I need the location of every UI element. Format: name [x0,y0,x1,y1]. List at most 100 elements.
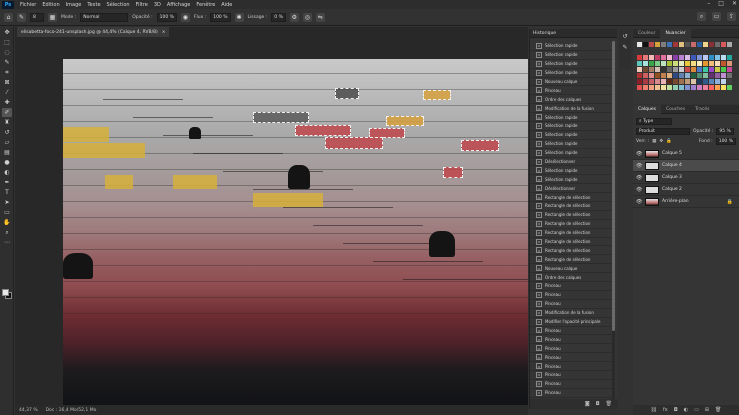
pressure-opacity-icon[interactable]: ◉ [180,12,190,22]
gradient-tool-icon[interactable]: ▤ [2,148,12,157]
new-layer-icon[interactable]: ⊞ [705,407,709,413]
color-swatch[interactable] [637,85,642,90]
share-icon[interactable]: ⇪ [727,12,736,21]
workspace-icon[interactable]: ▭ [712,12,721,21]
color-swatch[interactable] [709,55,714,60]
pen-tool-icon[interactable]: ✒ [2,178,12,187]
color-swatch[interactable] [679,73,684,78]
color-swatch[interactable] [703,79,708,84]
color-swatch[interactable] [649,55,654,60]
color-swatch[interactable] [673,55,678,60]
color-swatch[interactable] [715,79,720,84]
tab-calques[interactable]: Calques [633,104,661,114]
color-swatch[interactable] [637,79,642,84]
eye-icon[interactable]: 👁 [636,175,642,181]
color-swatch[interactable] [727,55,732,60]
recent-swatch[interactable] [703,42,708,47]
history-item[interactable]: ▫ Ordre des calques [530,95,612,105]
color-swatch[interactable] [679,55,684,60]
recent-swatch[interactable] [637,42,642,47]
color-swatch[interactable] [661,67,666,72]
history-item[interactable]: ▫ Modification de la fusion [530,309,612,318]
brush-panel-icon[interactable]: ✎ [621,43,629,51]
recent-swatch[interactable] [649,42,654,47]
color-swatch[interactable] [655,55,660,60]
eye-icon[interactable]: 👁 [636,163,642,169]
color-swatch[interactable] [667,79,672,84]
color-swatch[interactable] [715,85,720,90]
canvas-area[interactable] [15,37,528,405]
history-item[interactable]: ▫ Pinceau [530,300,612,309]
eye-icon[interactable]: 👁 [636,187,642,193]
tab-nuancier[interactable]: Nuancier [660,28,691,38]
color-swatch[interactable] [709,67,714,72]
search-icon[interactable]: ⌕ [697,12,706,21]
history-item[interactable]: ▫ Sélection rapide [530,60,612,69]
color-swatch[interactable] [643,61,648,66]
hand-tool-icon[interactable]: ✋ [2,218,12,227]
recent-swatch[interactable] [691,42,696,47]
path-selection-tool-icon[interactable]: ➤ [2,198,12,207]
color-swatch[interactable] [667,67,672,72]
history-item[interactable]: ▫ Rectangle de sélection [530,220,612,229]
color-swatch[interactable] [697,85,702,90]
color-swatch[interactable] [673,73,678,78]
color-swatch[interactable] [685,79,690,84]
color-swatch[interactable] [661,73,666,78]
color-swatch[interactable] [703,73,708,78]
quick-selection-tool-icon[interactable]: ✎ [2,58,12,67]
color-swatch[interactable] [697,79,702,84]
color-swatch[interactable] [643,67,648,72]
layer-row[interactable]: 👁 Calque 3 [633,172,739,184]
color-swatch[interactable] [697,55,702,60]
brush-tool-icon[interactable]: ✐ [2,108,12,117]
color-swatch[interactable] [709,73,714,78]
menu-fenetre[interactable]: Fenêtre [193,2,218,8]
color-swatch[interactable] [715,73,720,78]
history-item[interactable]: ▫ Désélectionner [530,158,612,167]
history-item[interactable]: ▫ Désélectionner [530,184,612,194]
history-item[interactable]: ▫ Pinceau [530,344,612,354]
color-swatch[interactable] [649,85,654,90]
menu-texte[interactable]: Texte [84,2,103,8]
recent-swatch[interactable] [715,42,720,47]
brush-size-picker[interactable]: 8 [30,12,44,22]
menu-filtre[interactable]: Filtre [133,2,151,8]
history-item[interactable]: ▫ Rectangle de sélection [530,202,612,211]
color-swatch[interactable] [661,85,666,90]
history-item[interactable]: ▫ Sélection rapide [530,149,612,158]
trash-icon[interactable]: 🗑 [606,401,612,407]
color-swatch[interactable] [655,67,660,72]
lock-pixels-icon[interactable]: ▦ [652,139,656,144]
color-swatch[interactable] [661,55,666,60]
recent-swatch[interactable] [661,42,666,47]
mask-icon[interactable]: ◘ [674,407,678,413]
color-swatch[interactable] [655,61,660,66]
color-swatch[interactable] [685,67,690,72]
history-item[interactable]: ▫ Sélection rapide [530,69,612,78]
layer-filter-select[interactable]: ⌕ Type [636,117,672,125]
color-swatch[interactable] [643,85,648,90]
more-tools-icon[interactable]: ⋯ [2,238,12,247]
history-item[interactable]: ▫ Nouveau calque [530,264,612,274]
color-swatch[interactable] [637,55,642,60]
color-swatch[interactable] [667,55,672,60]
color-swatch[interactable] [727,79,732,84]
marquee-tool-icon[interactable]: ⬚ [2,38,12,47]
link-layers-icon[interactable]: ⛓ [651,407,657,413]
history-item[interactable]: ▫ Sélection rapide [530,51,612,60]
history-item[interactable]: ▫ Pinceau [530,282,612,291]
layer-row[interactable]: 👁 Calque 5 [633,148,739,160]
layer-row[interactable]: 👁 Arrière-plan 🔒 [633,196,739,208]
recent-swatch[interactable] [679,42,684,47]
color-swatch[interactable] [685,85,690,90]
color-swatch[interactable] [649,67,654,72]
history-item[interactable]: ▫ Ordre des calques [530,273,612,283]
color-swatch[interactable] [709,61,714,66]
history-item[interactable]: ▫ Pinceau [530,353,612,363]
color-swatch[interactable] [643,73,648,78]
menu-affichage[interactable]: Affichage [164,2,194,8]
history-item[interactable]: ▫ Rectangle de sélection [530,193,612,203]
lasso-tool-icon[interactable]: ◌ [2,48,12,57]
color-swatch[interactable] [727,61,732,66]
